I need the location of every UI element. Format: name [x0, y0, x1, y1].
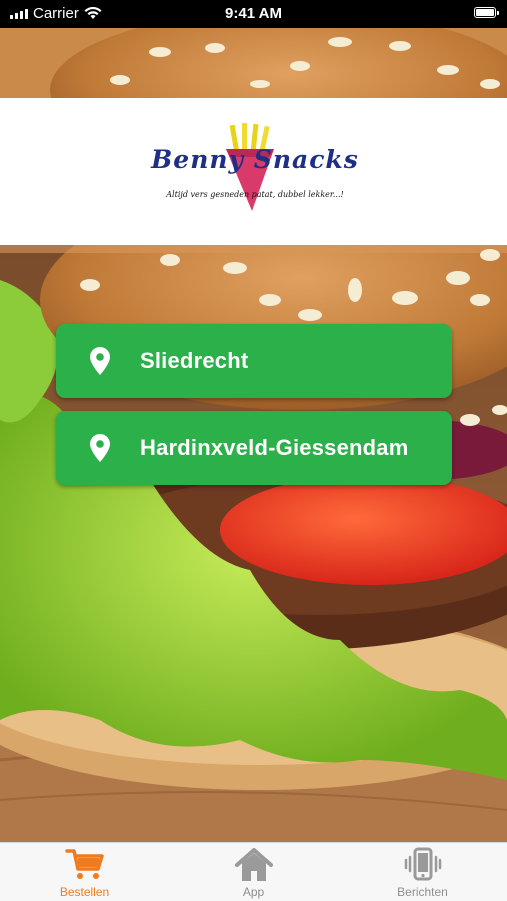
- brand-tagline: Altijd vers gesneden patat, dubbel lekke…: [166, 190, 344, 199]
- tab-bar: Bestellen App Berichten: [0, 842, 507, 901]
- location-button-hardinxveld-giessendam[interactable]: Hardinxveld-Giessendam: [56, 411, 452, 485]
- tab-label: App: [242, 885, 265, 899]
- map-pin-icon: [90, 434, 110, 462]
- map-pin-icon: [90, 347, 110, 375]
- brand-logo: Benny Snacks Altijd vers gesneden patat,…: [150, 123, 360, 223]
- brand-name: Benny Snacks: [151, 145, 359, 174]
- tab-app[interactable]: App: [169, 843, 338, 901]
- phone-vibrate-icon: [404, 847, 441, 881]
- tab-berichten[interactable]: Berichten: [338, 843, 507, 901]
- tab-label: Bestellen: [59, 885, 110, 899]
- location-label: Sliedrecht: [140, 348, 249, 373]
- tab-label: Berichten: [397, 885, 448, 899]
- home-icon: [234, 848, 273, 881]
- location-label: Hardinxveld-Giessendam: [140, 435, 409, 460]
- status-time: 9:41 AM: [225, 5, 282, 22]
- tab-bestellen[interactable]: Bestellen: [0, 843, 169, 901]
- cart-icon: [64, 849, 104, 879]
- status-bar: Carrier 9:41 AM: [0, 0, 507, 28]
- battery-icon: [474, 7, 499, 18]
- location-button-sliedrecht[interactable]: Sliedrecht: [56, 324, 452, 398]
- logo-panel: Benny Snacks Altijd vers gesneden patat,…: [0, 98, 507, 245]
